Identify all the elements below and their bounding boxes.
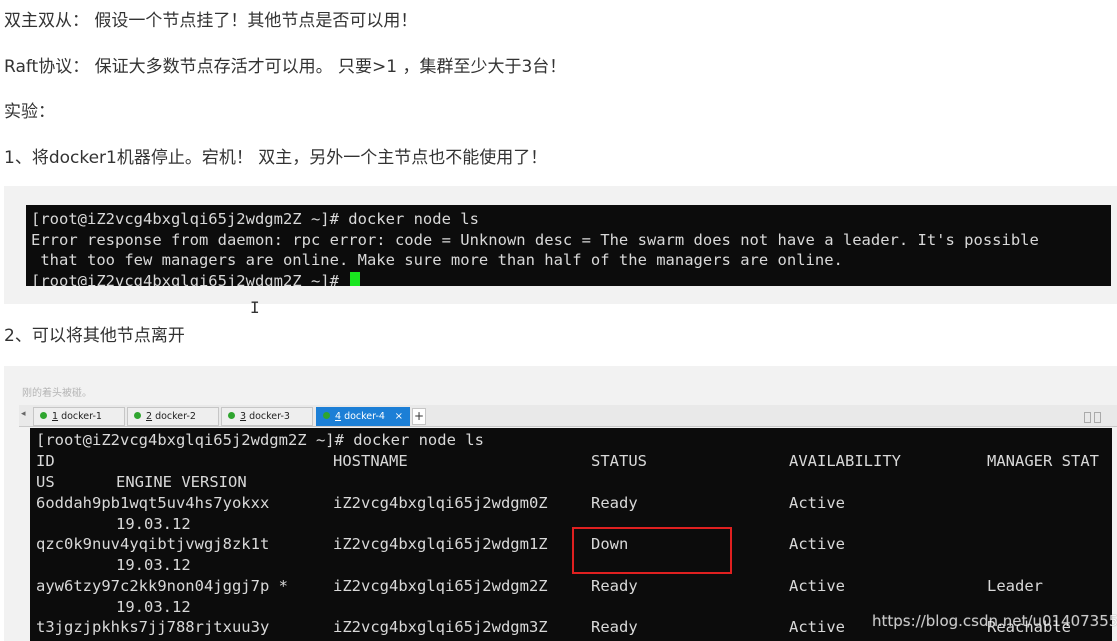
- faded-toolbar-text: 刚的着头被碰。: [22, 388, 92, 399]
- node-hostname: iZ2vcg4bxglqi65j2wdgm0Z: [333, 494, 548, 512]
- status-dot-icon: [323, 412, 330, 419]
- paragraph-dual-master: 双主双从： 假设一个节点挂了！其他节点是否可以用！: [4, 11, 418, 31]
- text-cursor-icon: I: [250, 298, 260, 317]
- maximize-icon[interactable]: [1094, 412, 1101, 423]
- node-availability: Active: [789, 535, 845, 553]
- status-dot-icon: [228, 412, 235, 419]
- terminal-cursor: [350, 272, 361, 286]
- node-availability: Active: [789, 577, 845, 595]
- tab-docker-4[interactable]: 4 docker-4 ×: [316, 407, 410, 426]
- node-engine-version: 19.03.12: [116, 598, 191, 616]
- paragraph-experiment: 实验：: [4, 102, 55, 122]
- node-manager-status: Leader: [987, 577, 1043, 595]
- status-dot-icon: [40, 412, 47, 419]
- node-status: Ready: [591, 577, 638, 595]
- close-tab-icon[interactable]: ×: [395, 408, 403, 425]
- column-header-status: STATUS: [591, 452, 647, 470]
- watermark: https://blog.csdn.net/u014073556: [872, 612, 1117, 630]
- node-hostname: iZ2vcg4bxglqi65j2wdgm1Z: [333, 535, 548, 553]
- highlight-box-down-status: [572, 527, 732, 574]
- node-status: Ready: [591, 618, 638, 636]
- node-availability: Active: [789, 494, 845, 512]
- node-id: ayw6tzy97c2kk9non04jggj7p *: [36, 577, 288, 595]
- paragraph-raft: Raft协议： 保证大多数节点存活才可以用。 只要>1 ，集群至少大于3台！: [4, 57, 567, 77]
- node-id: t3jgzjpkhks7jj788rjtxuu3y: [36, 618, 270, 636]
- column-header-engine: ENGINE VERSION: [116, 473, 247, 491]
- add-tab-button[interactable]: +: [412, 408, 426, 425]
- column-header-hostname: HOSTNAME: [333, 452, 408, 470]
- terminal-line: [root@iZ2vcg4bxglqi65j2wdgm2Z ~]# docker…: [31, 210, 479, 228]
- window-controls[interactable]: [1084, 408, 1114, 424]
- node-id: 6oddah9pb1wqt5uv4hs7yokxx: [36, 494, 270, 512]
- paragraph-step-1: 1、将docker1机器停止。宕机！ 双主，另外一个主节点也不能使用了！: [4, 148, 548, 168]
- paragraph-step-2: 2、可以将其他节点离开: [4, 326, 185, 346]
- node-hostname: iZ2vcg4bxglqi65j2wdgm2Z: [333, 577, 548, 595]
- node-availability: Active: [789, 618, 845, 636]
- status-dot-icon: [134, 412, 141, 419]
- terminal-error: [root@iZ2vcg4bxglqi65j2wdgm2Z ~]# docker…: [26, 205, 1111, 286]
- minimize-icon[interactable]: [1084, 412, 1091, 423]
- terminal-prompt: [root@iZ2vcg4bxglqi65j2wdgm2Z ~]# docker…: [36, 431, 484, 449]
- column-header-manager-status: MANAGER STAT: [987, 452, 1099, 470]
- column-header-id: ID: [36, 452, 55, 470]
- node-status: Ready: [591, 494, 638, 512]
- column-header-wrap: US: [36, 473, 55, 491]
- tab-docker-2[interactable]: 2 docker-2: [127, 407, 219, 426]
- terminal-prompt: [root@iZ2vcg4bxglqi65j2wdgm2Z ~]#: [31, 272, 349, 286]
- terminal-prompt-line: [root@iZ2vcg4bxglqi65j2wdgm2Z ~]#: [31, 271, 361, 286]
- terminal-line: Error response from daemon: rpc error: c…: [31, 231, 1039, 249]
- tab-scroll-left-icon[interactable]: ◂: [21, 409, 26, 419]
- node-hostname: iZ2vcg4bxglqi65j2wdgm3Z: [333, 618, 548, 636]
- column-header-availability: AVAILABILITY: [789, 452, 901, 470]
- terminal-line: that too few managers are online. Make s…: [31, 251, 843, 269]
- node-engine-version: 19.03.12: [116, 556, 191, 574]
- terminal-node-list: [root@iZ2vcg4bxglqi65j2wdgm2Z ~]# docker…: [30, 428, 1112, 641]
- node-engine-version: 19.03.12: [116, 515, 191, 533]
- tab-docker-1[interactable]: 1 docker-1: [33, 407, 125, 426]
- node-id: qzc0k9nuv4yqibtjvwgj8zk1t: [36, 535, 270, 553]
- tab-docker-3[interactable]: 3 docker-3: [221, 407, 313, 426]
